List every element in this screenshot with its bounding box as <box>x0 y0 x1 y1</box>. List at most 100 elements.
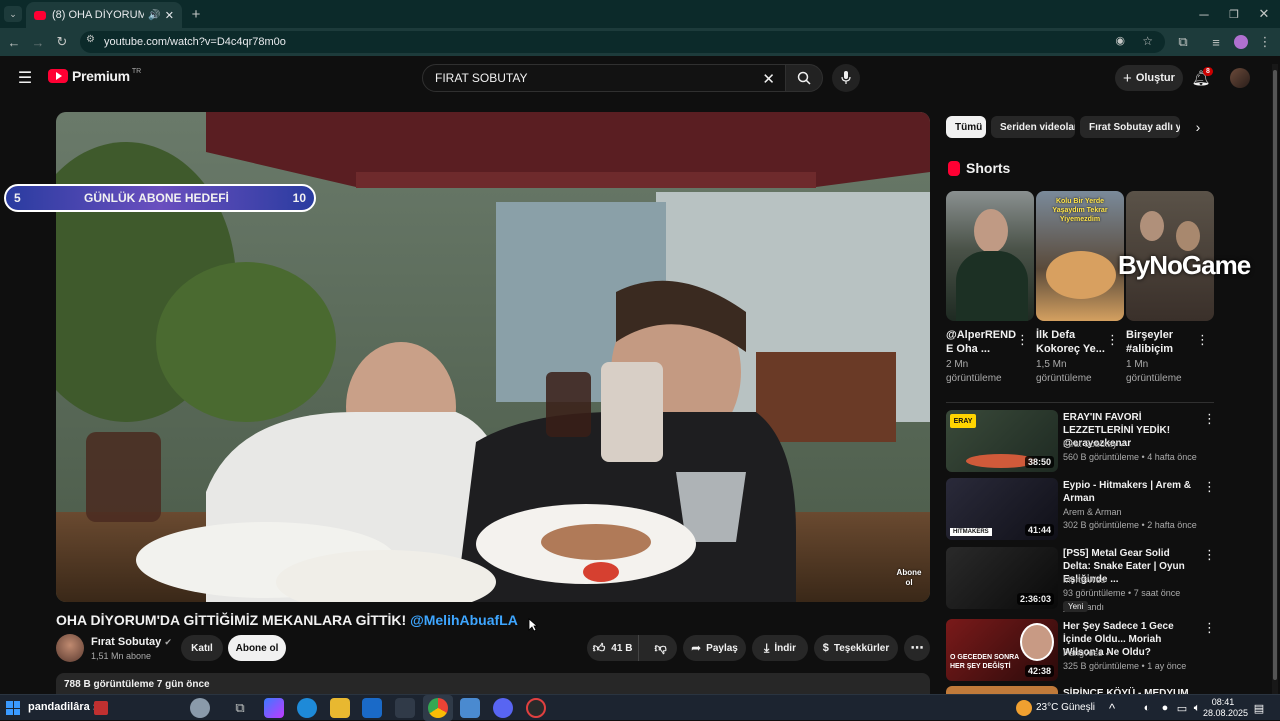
tab-close-icon[interactable]: ✕ <box>165 9 174 22</box>
short-views: 1 Mn görüntüleme <box>1126 359 1182 384</box>
video-menu-icon[interactable]: ⋮ <box>1203 547 1216 563</box>
channel-avatar[interactable] <box>56 634 84 662</box>
copilot-app-icon[interactable] <box>264 698 284 718</box>
page-scrollbar[interactable] <box>1272 64 1278 694</box>
back-icon[interactable]: ← <box>6 34 22 50</box>
video-thumbnail[interactable]: HITMAKERS 41:44 <box>946 478 1058 540</box>
video-thumbnail[interactable] <box>946 686 1058 694</box>
title-mention-link[interactable]: @MelihAbuafLA <box>410 612 518 628</box>
subscribe-watermark[interactable]: Abone ol <box>896 568 922 592</box>
description-meta: 788 B görüntüleme 7 gün önce <box>64 679 210 690</box>
restore-icon[interactable]: ❐ <box>1226 6 1242 22</box>
tray-app-icon[interactable]: ◐ <box>1140 700 1154 716</box>
hamburger-menu-icon[interactable]: ☰ <box>16 69 34 87</box>
browser-tab-active[interactable]: (8) OHA DİYORUM'DA GİTTİ 🔊 ✕ <box>26 2 182 28</box>
video-thumbnail[interactable]: O GECEDEN SONRA HER ŞEY DEĞİŞTİ 42:38 <box>946 619 1058 681</box>
thumb-text: O GECEDEN SONRA HER ŞEY DEĞİŞTİ <box>950 654 1019 670</box>
download-icon: ⤓ <box>764 640 770 655</box>
taskbar-stream-icon[interactable] <box>94 701 108 715</box>
search-input[interactable]: FIRAT SOBUTAY ✕ <box>422 64 786 92</box>
video-menu-icon[interactable]: ⋮ <box>1203 411 1216 427</box>
notification-center-icon[interactable]: ▤ <box>1252 700 1266 716</box>
taskbar-widget-icon[interactable] <box>190 698 210 718</box>
short-thumbnail[interactable] <box>946 191 1034 321</box>
video-meta: 302 B görüntüleme • 2 hafta önce <box>1063 520 1197 530</box>
weather-sun-icon[interactable] <box>1016 700 1032 716</box>
volume-icon[interactable]: 🔈︎ <box>1190 700 1204 716</box>
media-icon[interactable]: ≡ <box>1208 34 1224 50</box>
reload-icon[interactable]: ↻ <box>54 34 70 50</box>
browser-menu-icon[interactable]: ⋮ <box>1258 34 1272 50</box>
create-button[interactable]: + Oluştur <box>1115 65 1183 91</box>
video-meta: 325 B görüntüleme • 1 ay önce <box>1063 661 1187 671</box>
subscribe-button[interactable]: Abone ol <box>228 635 286 661</box>
discord-app-icon[interactable] <box>493 698 513 718</box>
like-button[interactable]: 👍︎ 41 B <box>587 635 640 661</box>
chip-all[interactable]: Tümü <box>946 116 986 138</box>
search-button[interactable] <box>785 64 823 92</box>
weather-text[interactable]: 23°C Güneşli <box>1036 702 1095 713</box>
join-button[interactable]: Katıl <box>181 635 223 661</box>
scrollbar-thumb[interactable] <box>1273 70 1277 680</box>
edge-app-icon[interactable] <box>297 698 317 718</box>
minimize-icon[interactable]: ─ <box>1196 6 1212 22</box>
thanks-button[interactable]: $ Teşekkürler <box>814 635 898 661</box>
video-title[interactable]: ŞİRİNCE KÖYÜ - MEDYUM ALEX <box>1063 687 1195 694</box>
clear-search-icon[interactable]: ✕ <box>762 70 775 88</box>
create-label: Oluştur <box>1135 72 1175 84</box>
youtube-logo[interactable]: Premium TR <box>48 68 141 84</box>
download-button[interactable]: ⤓ İndir <box>752 635 808 661</box>
profile-icon[interactable] <box>1234 35 1248 49</box>
new-badge: Yeni <box>1063 601 1089 612</box>
account-avatar[interactable] <box>1230 68 1250 88</box>
tab-audio-icon[interactable]: 🔊 <box>148 10 160 21</box>
forward-icon[interactable]: → <box>30 34 46 50</box>
url-field[interactable]: ⚙ youtube.com/watch?v=D4c4qr78m0o ◉ ☆ <box>80 31 1165 53</box>
new-tab-icon[interactable]: + <box>188 6 204 23</box>
bookmark-star-icon[interactable]: ☆ <box>1142 34 1153 48</box>
steam-app-icon[interactable] <box>460 698 480 718</box>
tray-expand-chevron-icon[interactable]: ^ <box>1105 700 1119 716</box>
site-info-icon[interactable]: ⚙ <box>86 34 95 45</box>
eye-off-icon[interactable]: ◉ <box>1115 34 1125 47</box>
share-button[interactable]: ➦ Paylaş <box>683 635 746 661</box>
dislike-button[interactable]: 👎︎ <box>644 635 677 661</box>
video-menu-icon[interactable]: ⋮ <box>1203 620 1216 636</box>
obs-app-icon[interactable] <box>526 698 546 718</box>
video-thumbnail[interactable]: ERAY 38:50 <box>946 410 1058 472</box>
short-thumbnail[interactable]: Kolu Bir Yerde Yaşaydım Tekrar Yiyemezdi… <box>1036 191 1124 321</box>
task-view-icon[interactable]: ⧉ <box>232 700 248 716</box>
video-duration: 2:36:03 <box>1016 593 1054 605</box>
short-title[interactable]: @AlperREND E Oha ... <box>946 328 1021 356</box>
taskbar-clock[interactable]: 08:41 28.08.2025 <box>1203 697 1248 719</box>
short-title[interactable]: İlk Defa Kokoreç Ye... <box>1036 328 1111 356</box>
tab-search-icon[interactable]: ⌄ <box>4 6 22 22</box>
short-menu-icon[interactable]: ⋮ <box>1016 332 1029 348</box>
more-actions-button[interactable]: ⋯ <box>904 635 930 661</box>
chrome-app-icon[interactable] <box>428 698 448 718</box>
short-title[interactable]: Birşeyler #alibiçim <box>1126 328 1201 356</box>
video-title[interactable]: Eypio - Hitmakers | Arem & Arman <box>1063 479 1195 505</box>
window-close-icon[interactable]: ✕ <box>1256 6 1272 22</box>
extensions-icon[interactable]: ⧉ <box>1175 34 1191 50</box>
goal-label: GÜNLÜK ABONE HEDEFİ <box>84 191 229 205</box>
voice-search-button[interactable] <box>832 64 860 92</box>
short-menu-icon[interactable]: ⋮ <box>1196 332 1209 348</box>
youtube-header: ☰ Premium TR FIRAT SOBUTAY ✕ + Oluştur 🔔… <box>0 56 1280 100</box>
search-icon <box>797 71 811 85</box>
start-button-icon[interactable] <box>6 701 20 715</box>
video-menu-icon[interactable]: ⋮ <box>1203 479 1216 495</box>
chips-next-chevron-icon[interactable]: › <box>1190 119 1206 135</box>
chip-channel-uploads[interactable]: Fırat Sobutay adlı yük <box>1080 116 1180 138</box>
video-thumbnail[interactable]: 2:36:03 <box>946 547 1058 609</box>
taskbar-user-text: pandadilâra : <box>28 701 97 713</box>
network-icon[interactable]: ▭ <box>1175 700 1189 716</box>
share-label: Paylaş <box>706 642 738 654</box>
short-menu-icon[interactable]: ⋮ <box>1106 332 1119 348</box>
chip-series[interactable]: Seriden videolar <box>991 116 1075 138</box>
outlook-app-icon[interactable] <box>362 698 382 718</box>
file-explorer-icon[interactable] <box>330 698 350 718</box>
channel-name-row[interactable]: Fırat Sobutay ✔ <box>91 636 172 648</box>
tray-mic-icon[interactable]: ● <box>1158 700 1172 716</box>
xbox-app-icon[interactable] <box>395 698 415 718</box>
